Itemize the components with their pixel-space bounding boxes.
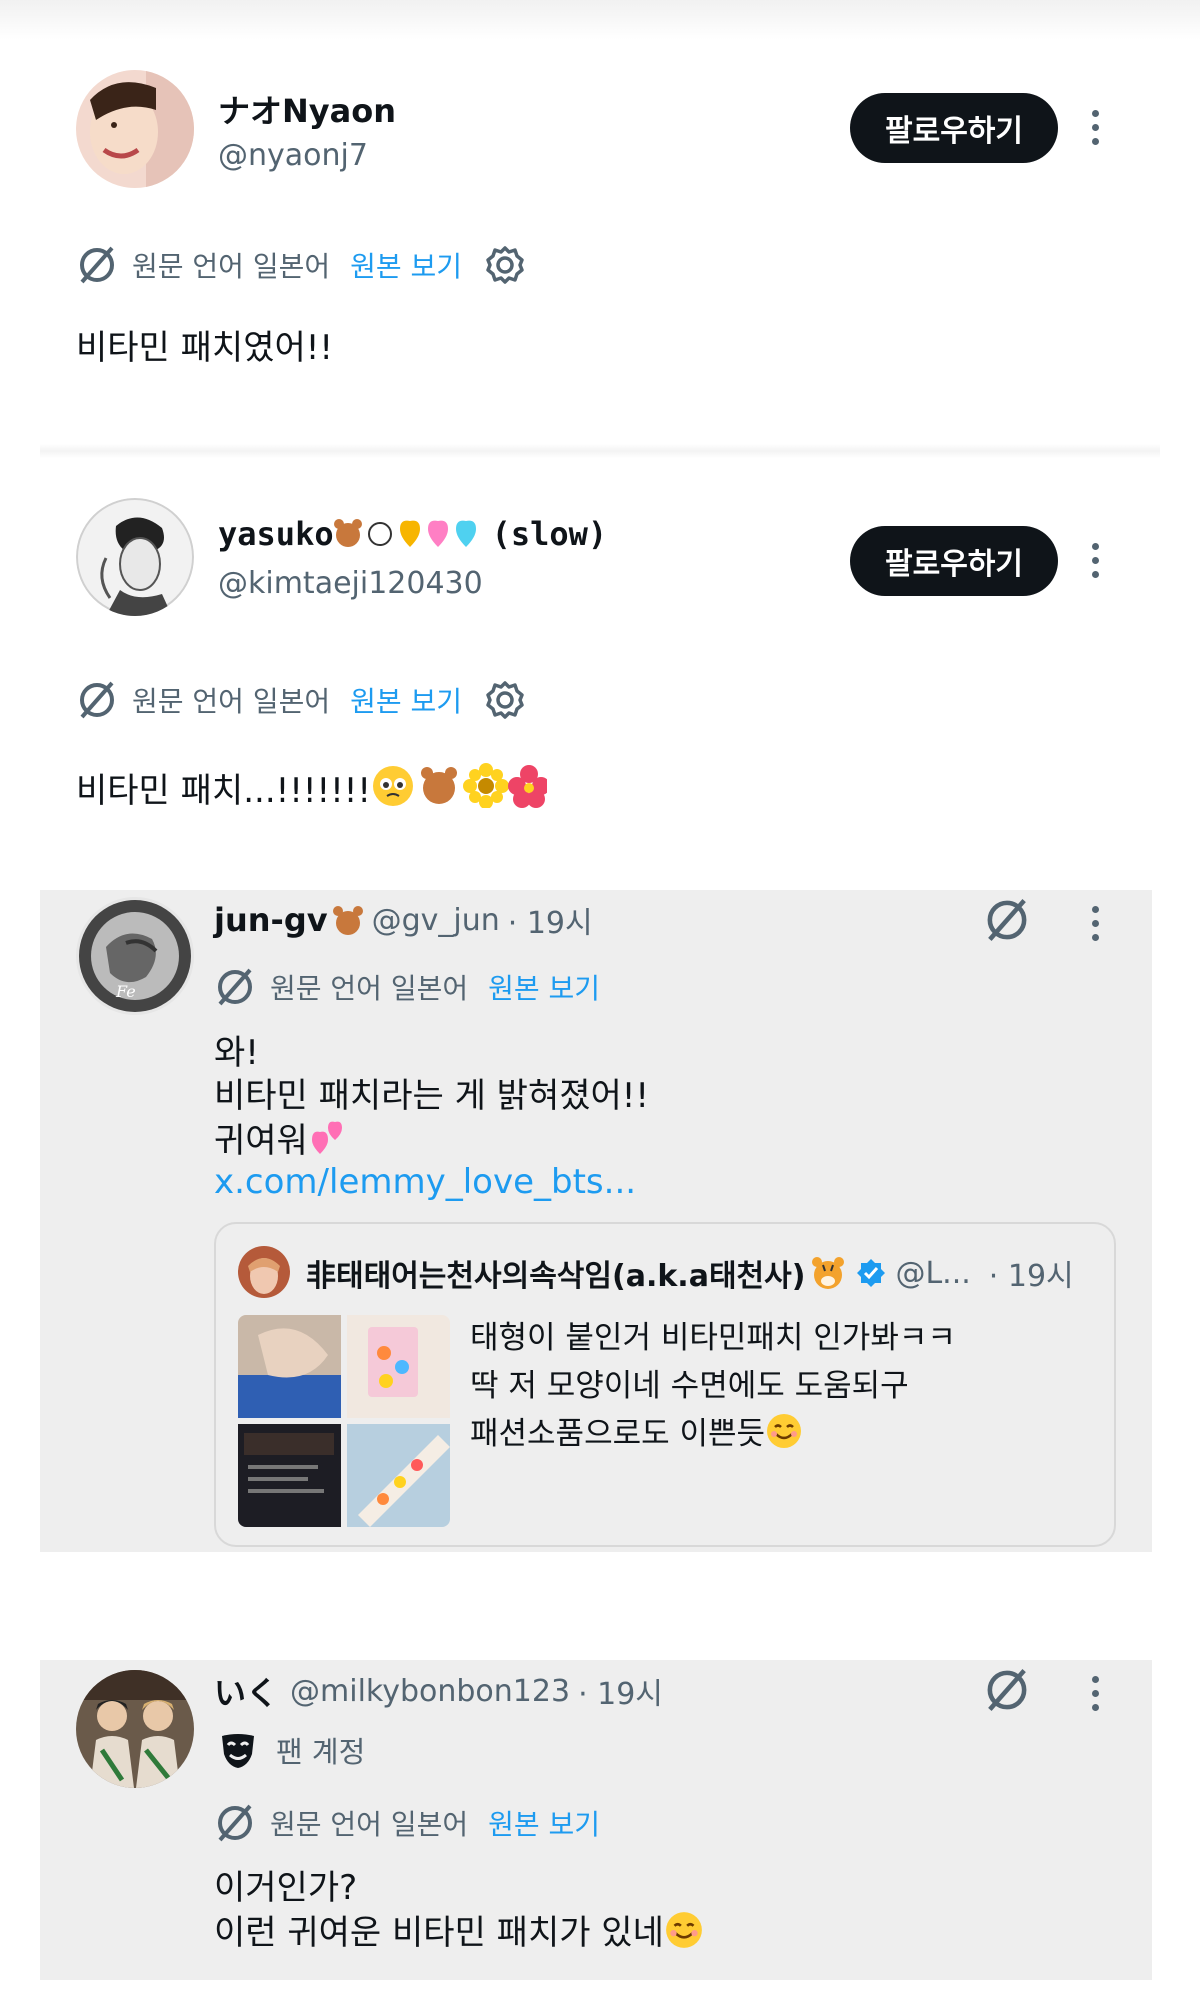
smiling-face-emoji-icon (767, 1414, 802, 1448)
post-text-line: 이런 귀여운 비타민 패치가 있네 (214, 1910, 704, 1955)
translation-label: 원문 언어 일본어 (270, 1808, 469, 1841)
quoted-text-line: 태형이 붙인거 비타민패치 인가봐ㅋㅋ (470, 1320, 956, 1356)
display-name-text: yasuko (218, 515, 334, 553)
timestamp[interactable]: · 19시 (508, 898, 593, 942)
translate-icon (80, 681, 114, 719)
emoji-decorations (371, 762, 551, 819)
more-icon[interactable] (1075, 893, 1115, 953)
avatar[interactable] (238, 1246, 290, 1298)
top-shade (0, 0, 1200, 40)
user-handle[interactable]: @milkybonbon123 (290, 1674, 570, 1709)
post-text-line: 비타민 패치라는 게 밝혀졌어!! (214, 1076, 650, 1116)
more-icon[interactable] (1075, 97, 1115, 157)
translate-icon (80, 246, 114, 284)
fan-account-badge: 팬 계정 (218, 1729, 365, 1771)
view-original-link[interactable]: 원본 보기 (350, 680, 462, 720)
translation-label: 원문 언어 일본어 (132, 250, 331, 283)
post-text: 비타민 패치...!!!!!!! (76, 762, 551, 819)
follow-button[interactable]: 팔로우하기 (850, 526, 1058, 596)
translation-notice: 원문 언어 일본어 원본 보기 (214, 1802, 600, 1844)
follow-button[interactable]: 팔로우하기 (850, 93, 1058, 163)
translate-icon[interactable] (983, 896, 1031, 944)
mask-icon (222, 1734, 254, 1768)
quoted-header: 非태태어는천사의속삭임(a.k.a태천사) @L... · 19시 (306, 1251, 1074, 1295)
post-text-content: 비타민 패치...!!!!!!! (76, 771, 372, 811)
view-original-link[interactable]: 원본 보기 (488, 1803, 600, 1843)
display-name-suffix: (slow) (491, 515, 608, 553)
timestamp[interactable]: · 19시 (578, 1669, 663, 1713)
post-text-line: 와! (214, 1033, 259, 1073)
smiling-face-emoji-icon (665, 1912, 702, 1948)
tweet-link[interactable]: x.com/lemmy_love_bts... (214, 1161, 636, 1204)
divider (40, 444, 1160, 458)
translation-notice: 원문 언어 일본어 원본 보기 (76, 679, 526, 721)
post-text-line: 이거인가? (214, 1868, 358, 1908)
quoted-handle[interactable]: @L... (895, 1256, 970, 1291)
gear-icon[interactable] (484, 244, 526, 286)
post-text-line-content: 귀여워 (214, 1121, 308, 1161)
translation-notice: 원문 언어 일본어 원본 보기 (76, 244, 526, 286)
quoted-display-name[interactable]: 非태태어는천사의속삭임(a.k.a태천사) (306, 1251, 805, 1295)
display-name[interactable]: いく (214, 1668, 278, 1714)
tiger-emoji-icon (812, 1257, 845, 1289)
translation-notice: 원문 언어 일본어 원본 보기 (214, 966, 600, 1008)
more-icon[interactable] (1075, 1663, 1115, 1723)
display-name[interactable]: jun-gv (214, 901, 328, 939)
avatar[interactable] (76, 70, 194, 188)
translation-label: 원문 언어 일본어 (270, 972, 469, 1005)
quoted-text-line: 패션소품으로도 이쁜듯 (470, 1410, 803, 1458)
quoted-text-line-content: 패션소품으로도 이쁜듯 (470, 1416, 766, 1452)
avatar[interactable]: Fe (76, 897, 194, 1015)
quoted-text-line: 딱 저 모양이네 수면에도 도움되구 (470, 1368, 909, 1404)
svg-text:Fe: Fe (115, 982, 136, 1001)
emoji-decorations (333, 515, 492, 559)
fan-account-label: 팬 계정 (276, 1735, 366, 1769)
post-text-line-content: 이런 귀여운 비타민 패치가 있네 (214, 1913, 664, 1953)
view-original-link[interactable]: 원본 보기 (350, 245, 462, 285)
post-text-line: 귀여워 (214, 1118, 348, 1163)
user-handle[interactable]: @kimtaeji120430 (218, 566, 483, 601)
display-name[interactable]: ナオNyaon (218, 86, 396, 132)
user-handle[interactable]: @gv_jun (372, 903, 500, 938)
two-hearts-emoji-icon (311, 1121, 342, 1154)
more-icon[interactable] (1075, 530, 1115, 590)
avatar[interactable] (76, 498, 194, 616)
gear-icon[interactable] (484, 679, 526, 721)
translate-icon (218, 968, 252, 1006)
post-header: いく @milkybonbon123 · 19시 (214, 1668, 663, 1714)
view-original-link[interactable]: 원본 보기 (488, 967, 600, 1007)
post-header: jun-gv @gv_jun · 19시 (214, 898, 593, 942)
bear-emoji-icon (332, 906, 363, 935)
post-text: 비타민 패치였어!! (76, 328, 334, 368)
display-name[interactable]: yasuko (slow) (218, 515, 607, 559)
quoted-timestamp[interactable]: · 19시 (989, 1251, 1074, 1295)
translate-icon (218, 1804, 252, 1842)
avatar[interactable] (76, 1670, 194, 1788)
user-handle[interactable]: @nyaonj7 (218, 138, 368, 173)
quoted-media-grid[interactable] (238, 1315, 450, 1527)
translate-icon[interactable] (983, 1666, 1031, 1714)
translation-label: 원문 언어 일본어 (132, 685, 331, 718)
verified-badge-icon (857, 1259, 886, 1287)
